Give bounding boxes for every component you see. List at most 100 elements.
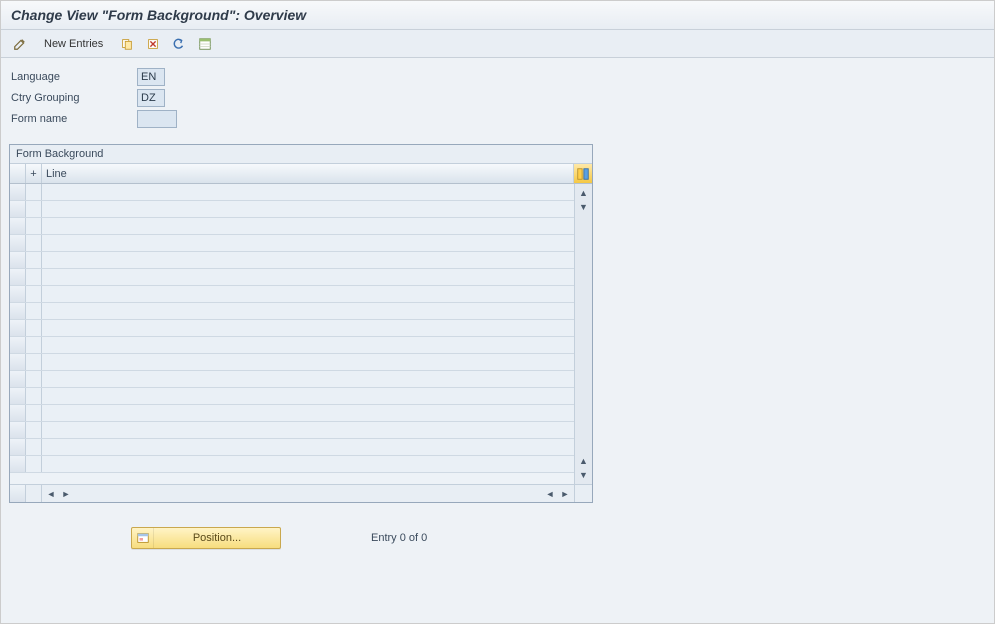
scroll-left-icon[interactable]: ◄	[543, 487, 557, 501]
row-plus-cell[interactable]	[26, 201, 42, 217]
toggle-change-icon[interactable]	[9, 34, 31, 54]
position-button[interactable]: Position...	[131, 527, 281, 549]
row-plus-cell[interactable]	[26, 269, 42, 285]
language-field[interactable]	[137, 68, 165, 86]
table-row[interactable]	[10, 422, 574, 439]
row-selector[interactable]	[10, 337, 26, 353]
row-plus-cell[interactable]	[26, 354, 42, 370]
row-plus-cell[interactable]	[26, 235, 42, 251]
scroll-right-icon[interactable]: ►	[558, 487, 572, 501]
vertical-scrollbar[interactable]: ▲ ▼ ▲ ▼	[574, 184, 592, 484]
table-row[interactable]	[10, 371, 574, 388]
select-all-icon[interactable]	[194, 34, 216, 54]
table-row[interactable]	[10, 235, 574, 252]
position-button-label: Position...	[154, 532, 280, 544]
form-background-table: Form Background + Line ▲ ▼ ▲ ▼ ◄ ►	[9, 144, 593, 503]
row-line-cell[interactable]	[42, 218, 574, 234]
row-selector[interactable]	[10, 371, 26, 387]
scroll-down-icon[interactable]: ▼	[577, 468, 591, 482]
new-entries-button[interactable]: New Entries	[35, 34, 112, 54]
row-plus-cell[interactable]	[26, 320, 42, 336]
table-row[interactable]	[10, 388, 574, 405]
row-line-cell[interactable]	[42, 354, 574, 370]
row-plus-cell[interactable]	[26, 405, 42, 421]
scroll-down-icon[interactable]: ▼	[577, 200, 591, 214]
row-line-cell[interactable]	[42, 286, 574, 302]
row-plus-cell[interactable]	[26, 218, 42, 234]
row-plus-cell[interactable]	[26, 303, 42, 319]
row-selector[interactable]	[10, 439, 26, 455]
row-line-cell[interactable]	[42, 337, 574, 353]
table-row[interactable]	[10, 201, 574, 218]
table-row[interactable]	[10, 184, 574, 201]
row-line-cell[interactable]	[42, 184, 574, 200]
row-selector[interactable]	[10, 218, 26, 234]
table-row[interactable]	[10, 320, 574, 337]
toolbar: New Entries	[1, 30, 994, 58]
row-selector[interactable]	[10, 388, 26, 404]
row-line-cell[interactable]	[42, 320, 574, 336]
scroll-up-icon[interactable]: ▲	[577, 454, 591, 468]
scroll-left-icon[interactable]: ◄	[44, 487, 58, 501]
form-name-field[interactable]	[137, 110, 177, 128]
form-name-label: Form name	[11, 113, 131, 125]
hscroll-corner-sel	[10, 485, 26, 502]
row-plus-cell[interactable]	[26, 286, 42, 302]
row-line-cell[interactable]	[42, 235, 574, 251]
row-plus-cell[interactable]	[26, 184, 42, 200]
horizontal-scrollbar[interactable]: ◄ ► ◄ ►	[42, 485, 574, 502]
table-row[interactable]	[10, 456, 574, 473]
row-selector[interactable]	[10, 422, 26, 438]
row-line-cell[interactable]	[42, 269, 574, 285]
table-body: ▲ ▼ ▲ ▼	[10, 184, 592, 484]
row-line-cell[interactable]	[42, 201, 574, 217]
table-row[interactable]	[10, 405, 574, 422]
undo-icon[interactable]	[168, 34, 190, 54]
column-plus-header[interactable]: +	[26, 164, 42, 183]
table-row[interactable]	[10, 337, 574, 354]
row-line-cell[interactable]	[42, 371, 574, 387]
row-line-cell[interactable]	[42, 439, 574, 455]
table-row[interactable]	[10, 269, 574, 286]
copy-icon[interactable]	[116, 34, 138, 54]
row-plus-cell[interactable]	[26, 388, 42, 404]
row-plus-cell[interactable]	[26, 439, 42, 455]
delete-icon[interactable]	[142, 34, 164, 54]
ctry-grouping-field[interactable]	[137, 89, 165, 107]
table-row[interactable]	[10, 252, 574, 269]
row-line-cell[interactable]	[42, 405, 574, 421]
row-selector[interactable]	[10, 354, 26, 370]
scroll-right-icon[interactable]: ►	[59, 487, 73, 501]
table-row[interactable]	[10, 286, 574, 303]
table-row[interactable]	[10, 218, 574, 235]
row-selector[interactable]	[10, 184, 26, 200]
row-selector[interactable]	[10, 456, 26, 472]
column-line-header[interactable]: Line	[42, 164, 574, 183]
table-row[interactable]	[10, 354, 574, 371]
horizontal-scrollbar-row: ◄ ► ◄ ►	[10, 484, 592, 502]
row-line-cell[interactable]	[42, 422, 574, 438]
column-select-header[interactable]	[10, 164, 26, 183]
row-plus-cell[interactable]	[26, 337, 42, 353]
row-selector[interactable]	[10, 405, 26, 421]
row-plus-cell[interactable]	[26, 456, 42, 472]
table-settings-icon[interactable]	[574, 164, 592, 183]
row-selector[interactable]	[10, 286, 26, 302]
row-selector[interactable]	[10, 201, 26, 217]
row-line-cell[interactable]	[42, 388, 574, 404]
row-selector[interactable]	[10, 269, 26, 285]
row-plus-cell[interactable]	[26, 422, 42, 438]
row-plus-cell[interactable]	[26, 371, 42, 387]
row-selector[interactable]	[10, 320, 26, 336]
row-line-cell[interactable]	[42, 456, 574, 472]
row-selector[interactable]	[10, 303, 26, 319]
row-selector[interactable]	[10, 235, 26, 251]
row-line-cell[interactable]	[42, 252, 574, 268]
row-plus-cell[interactable]	[26, 252, 42, 268]
table-row[interactable]	[10, 303, 574, 320]
table-row[interactable]	[10, 439, 574, 456]
entry-count-text: Entry 0 of 0	[371, 532, 427, 544]
row-selector[interactable]	[10, 252, 26, 268]
row-line-cell[interactable]	[42, 303, 574, 319]
scroll-up-icon[interactable]: ▲	[577, 186, 591, 200]
